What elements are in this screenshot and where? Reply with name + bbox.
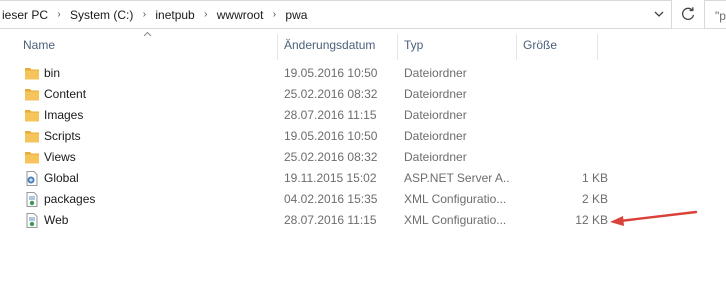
file-type: XML Configuratio... (404, 192, 507, 206)
breadcrumb-this-pc[interactable]: ieser PC (0, 1, 50, 28)
file-size (521, 105, 608, 126)
chevron-right-icon[interactable]: › (197, 9, 215, 20)
breadcrumb-inetpub[interactable]: inetpub (153, 1, 196, 28)
column-size[interactable]: Größe (517, 30, 597, 60)
file-row[interactable]: packages 04.02.2016 15:35 XML Configuratio… (18, 189, 620, 210)
breadcrumb-label: pwa (285, 7, 308, 22)
search-input[interactable]: "p (704, 0, 726, 29)
column-name-label: Name (23, 38, 56, 52)
file-date: 04.02.2016 15:35 (284, 192, 378, 206)
sort-ascending-icon (143, 31, 152, 37)
file-name: bin (44, 66, 61, 80)
file-row[interactable]: bin 19.05.2016 10:50 Dateiordner (18, 63, 620, 84)
file-size (521, 84, 608, 105)
folder-icon (25, 152, 39, 164)
column-date-label: Änderungsdatum (284, 38, 376, 52)
file-size: 12 KB (575, 213, 608, 227)
file-date: 19.05.2016 10:50 (284, 66, 378, 80)
file-row[interactable]: Content 25.02.2016 08:32 Dateiordner (18, 84, 620, 105)
file-date: 28.07.2016 11:15 (284, 213, 377, 227)
file-date: 25.02.2016 08:32 (284, 150, 378, 164)
xml-config-file-icon (26, 213, 38, 228)
search-placeholder: "p (715, 9, 726, 23)
breadcrumb-pwa[interactable]: pwa (283, 1, 309, 28)
breadcrumb-wwwroot[interactable]: wwwroot (215, 1, 266, 28)
file-name: Views (44, 150, 76, 164)
chevron-right-icon[interactable]: › (265, 9, 283, 20)
file-size: 1 KB (581, 171, 608, 185)
file-type: Dateiordner (404, 108, 467, 122)
file-type: Dateiordner (404, 150, 467, 164)
breadcrumb-label: inetpub (155, 7, 195, 22)
file-type: Dateiordner (404, 129, 467, 143)
folder-icon (25, 131, 39, 143)
file-name: Web (44, 213, 69, 227)
folder-icon (25, 89, 39, 101)
file-row[interactable]: Scripts 19.05.2016 10:50 Dateiordner (18, 126, 620, 147)
file-date: 19.05.2016 10:50 (284, 129, 378, 143)
aspnet-file-icon (26, 171, 38, 186)
chevron-right-icon[interactable]: › (50, 9, 68, 20)
file-size (521, 147, 608, 168)
file-row[interactable]: Global 19.11.2015 15:02 ASP.NET Server A..… (18, 168, 620, 189)
column-type[interactable]: Typ (398, 30, 516, 60)
file-size: 2 KB (581, 192, 608, 206)
column-header: Name Änderungsdatum Typ Größe (0, 30, 726, 60)
file-type: Dateiordner (404, 87, 467, 101)
breadcrumb-system-c[interactable]: System (C:) (68, 1, 135, 28)
file-type: XML Configuratio... (404, 213, 507, 227)
file-name: packages (44, 192, 96, 206)
breadcrumb-label: System (C:) (70, 7, 134, 22)
xml-config-file-icon (26, 192, 38, 207)
column-type-label: Typ (404, 38, 424, 52)
file-date: 25.02.2016 08:32 (284, 87, 378, 101)
file-type: Dateiordner (404, 66, 467, 80)
column-divider[interactable] (597, 34, 598, 60)
file-name: Content (44, 87, 87, 101)
file-name: Scripts (44, 129, 81, 143)
chevron-right-icon[interactable]: › (135, 9, 153, 20)
file-type: ASP.NET Server A... (404, 171, 510, 185)
annotation-arrow (610, 210, 698, 226)
breadcrumb-label: ieser PC (2, 7, 49, 22)
refresh-icon[interactable] (679, 5, 697, 23)
file-date: 28.07.2016 11:15 (284, 108, 377, 122)
file-size (521, 63, 608, 84)
folder-icon (25, 68, 39, 80)
file-name: Images (44, 108, 84, 122)
breadcrumb[interactable]: ieser PC › System (C:) › inetpub › wwwro… (0, 0, 672, 29)
chevron-down-icon[interactable] (652, 7, 666, 21)
file-name: Global (44, 171, 79, 185)
folder-icon (25, 110, 39, 122)
file-row[interactable]: Views 25.02.2016 08:32 Dateiordner (18, 147, 620, 168)
breadcrumb-label: wwwroot (216, 7, 264, 22)
file-date: 19.11.2015 15:02 (284, 171, 377, 185)
column-date[interactable]: Änderungsdatum (278, 30, 397, 60)
address-bar: ieser PC › System (C:) › inetpub › wwwro… (0, 0, 726, 29)
file-row[interactable]: Images 28.07.2016 11:15 Dateiordner (18, 105, 620, 126)
column-size-label: Größe (523, 38, 558, 52)
file-size (521, 126, 608, 147)
file-row[interactable]: Web 28.07.2016 11:15 XML Configuratio... 12… (18, 210, 620, 231)
